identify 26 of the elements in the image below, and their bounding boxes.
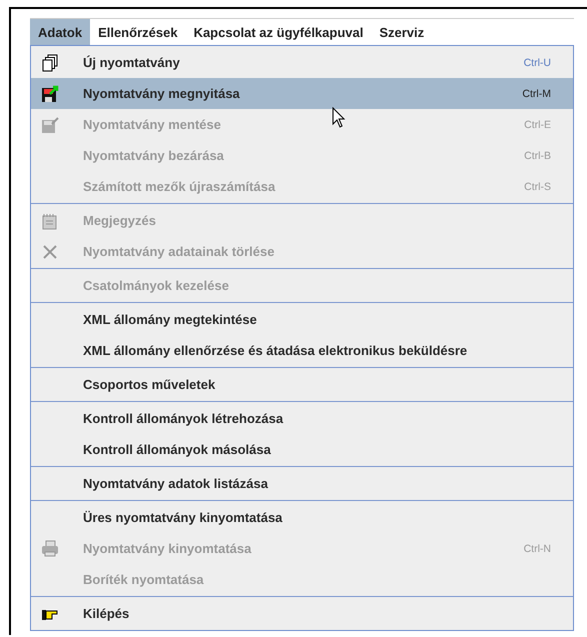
- printer-icon: [41, 540, 59, 558]
- menu-item[interactable]: Nyomtatvány megnyitása Ctrl-M: [31, 78, 573, 109]
- documents-icon: [41, 54, 59, 72]
- menu-title[interactable]: Adatok: [30, 19, 90, 45]
- menu-item[interactable]: Csoportos műveletek: [31, 369, 573, 400]
- menu-title[interactable]: Kapcsolat az ügyfélkapuval: [186, 19, 372, 45]
- mouse-cursor-icon: [332, 107, 346, 129]
- menu-item[interactable]: Kontroll állományok másolása: [31, 434, 573, 465]
- menu-title[interactable]: Ellenőrzések: [90, 19, 186, 45]
- notepad-icon: [41, 212, 59, 230]
- cross-icon: [41, 242, 59, 260]
- shortcut-label: Ctrl-S: [524, 180, 551, 192]
- menu-item[interactable]: Kontroll állományok létrehozása: [31, 403, 573, 434]
- floppy-disk-icon: [41, 116, 59, 134]
- shortcut-label: Ctrl-B: [524, 150, 551, 162]
- menu-item[interactable]: Kilépés: [31, 598, 573, 629]
- shortcut-label: Ctrl-U: [524, 56, 551, 68]
- menu-item[interactable]: XML állomány ellenőrzése és átadása elektronikus beküldésre: [31, 335, 573, 366]
- shortcut-label: Ctrl-E: [524, 118, 551, 130]
- menu-item[interactable]: XML állomány megtekintése: [31, 304, 573, 335]
- menu-item[interactable]: Nyomtatvány adatok listázása: [31, 468, 573, 499]
- menu-item[interactable]: Üres nyomtatvány kinyomtatása: [31, 502, 573, 533]
- menu-item[interactable]: Új nyomtatvány Ctrl-U: [31, 47, 573, 78]
- menu-title[interactable]: Szerviz: [371, 19, 432, 45]
- shortcut-label: Ctrl-M: [522, 88, 551, 100]
- shortcut-label: Ctrl-N: [524, 542, 551, 554]
